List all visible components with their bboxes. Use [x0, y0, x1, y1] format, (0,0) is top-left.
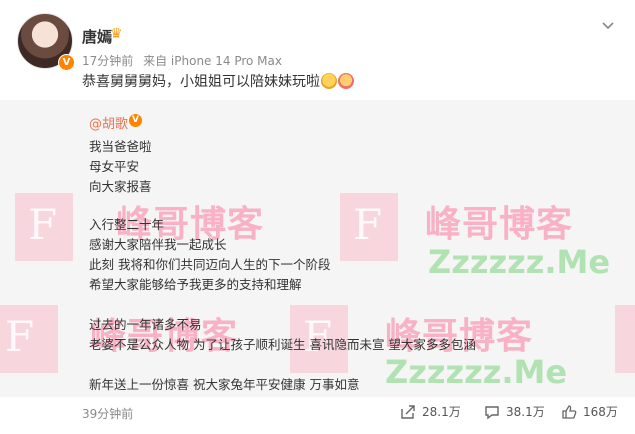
repost-line: 向大家报喜: [89, 179, 152, 194]
like-count: 168万: [583, 405, 618, 419]
crown-icon: ♛: [110, 26, 123, 42]
share-button[interactable]: 28.1万: [400, 403, 461, 420]
share-icon: [401, 404, 415, 419]
post-text-content: 恭喜舅舅舅妈，小姐姐可以陪妹妹玩啦: [82, 74, 320, 90]
post-text: 恭喜舅舅舅妈，小姐姐可以陪妹妹玩啦: [82, 71, 354, 91]
emoji-icon: [321, 73, 337, 89]
repost-verified-badge: V: [129, 114, 142, 127]
repost-author[interactable]: @胡歌: [89, 113, 128, 132]
repost-line: 老婆不是公众人物 为了让孩子顺利诞生 喜讯隐而未宣 望大家多多包涵: [89, 337, 476, 352]
comment-button[interactable]: 38.1万: [484, 403, 545, 420]
post-source: 来自 iPhone 14 Pro Max: [143, 54, 282, 68]
post-meta: 17分钟前 来自 iPhone 14 Pro Max: [82, 52, 288, 69]
post-time[interactable]: 17分钟前: [82, 54, 133, 68]
like-button[interactable]: 168万: [561, 403, 618, 420]
emoji-icon: [338, 73, 354, 89]
repost-line: 新年送上一份惊喜 祝大家兔年平安健康 万事如意: [89, 377, 360, 392]
repost-line: 感谢大家陪伴我一起成长: [89, 237, 227, 252]
repost-line: 此刻 我将和你们共同迈向人生的下一个阶段: [89, 257, 331, 272]
repost-line: 母女平安: [89, 159, 140, 174]
chevron-down-icon[interactable]: [600, 18, 616, 34]
repost-time[interactable]: 39分钟前: [82, 405, 133, 422]
repost-line: 过去的一年诸多不易: [89, 317, 202, 332]
verified-badge: V: [58, 54, 75, 71]
comment-count: 38.1万: [506, 405, 545, 419]
thumbs-up-icon: [562, 404, 577, 419]
comment-icon: [485, 405, 499, 419]
username[interactable]: 唐嫣: [82, 26, 112, 47]
repost-line: 希望大家能够给予我更多的支持和理解: [89, 277, 302, 292]
repost-line: 入行整二十年: [89, 217, 165, 232]
share-count: 28.1万: [422, 405, 461, 419]
repost-line: 我当爸爸啦: [89, 139, 152, 154]
